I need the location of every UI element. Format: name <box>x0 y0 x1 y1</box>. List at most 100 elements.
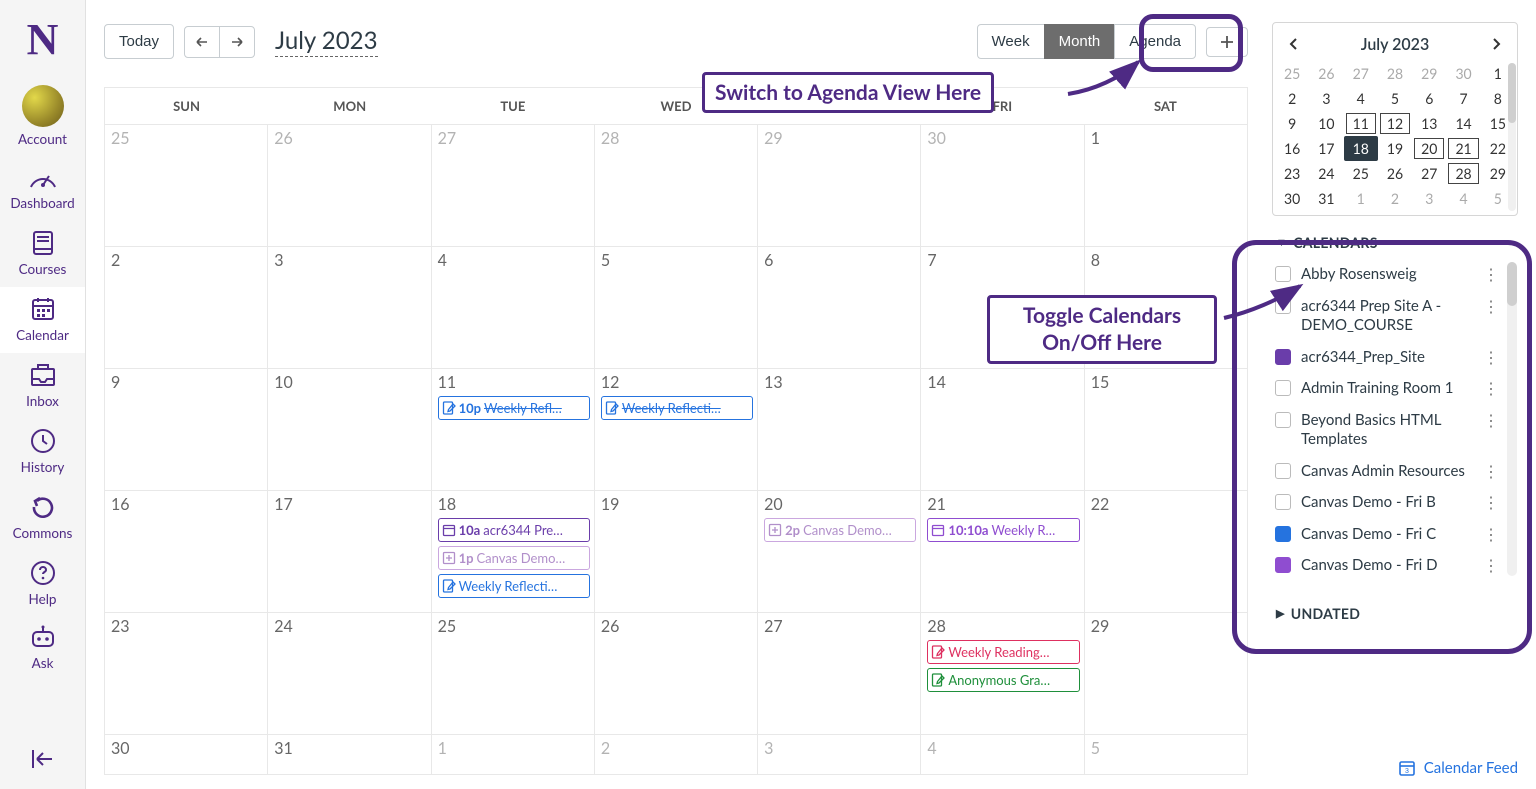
calendar-color-checkbox[interactable] <box>1275 463 1291 479</box>
kebab-icon[interactable]: ⋮ <box>1481 411 1501 430</box>
mini-day[interactable]: 20 <box>1412 136 1446 161</box>
mini-day[interactable]: 7 <box>1446 86 1480 111</box>
today-button[interactable]: Today <box>104 24 174 59</box>
mini-day[interactable]: 1 <box>1344 186 1378 211</box>
calendar-color-checkbox[interactable] <box>1275 380 1291 396</box>
day-cell[interactable]: 2 <box>595 735 758 774</box>
nav-courses[interactable]: Courses <box>0 221 85 287</box>
day-cell[interactable]: 31 <box>268 735 431 774</box>
mini-prev-button[interactable] <box>1283 33 1303 55</box>
day-cell[interactable]: 17 <box>268 491 431 612</box>
day-cell[interactable]: 30 <box>921 125 1084 246</box>
mini-day[interactable]: 28 <box>1446 161 1480 186</box>
day-cell[interactable]: 22 <box>1085 491 1247 612</box>
mini-day[interactable]: 3 <box>1412 186 1446 211</box>
scrollbar[interactable] <box>1508 63 1516 211</box>
day-cell[interactable]: 19 <box>595 491 758 612</box>
nav-calendar[interactable]: Calendar <box>0 287 85 353</box>
calendar-color-checkbox[interactable] <box>1275 526 1291 542</box>
section-undated-toggle[interactable]: ▶ UNDATED <box>1272 579 1518 630</box>
view-agenda[interactable]: Agenda <box>1114 24 1196 59</box>
day-cell[interactable]: 1110pWeekly Refl… <box>432 369 595 490</box>
mini-day[interactable]: 19 <box>1378 136 1412 161</box>
mini-day[interactable]: 21 <box>1446 136 1480 161</box>
mini-day[interactable]: 10 <box>1309 111 1343 136</box>
calendar-color-checkbox[interactable] <box>1275 557 1291 573</box>
mini-day[interactable]: 13 <box>1412 111 1446 136</box>
day-cell[interactable]: 28Weekly Reading…Anonymous Gra… <box>921 613 1084 734</box>
mini-day[interactable]: 3 <box>1309 86 1343 111</box>
kebab-icon[interactable]: ⋮ <box>1481 462 1501 481</box>
mini-day[interactable]: 6 <box>1412 86 1446 111</box>
kebab-icon[interactable]: ⋮ <box>1481 265 1501 284</box>
kebab-icon[interactable]: ⋮ <box>1481 556 1501 575</box>
prev-button[interactable] <box>184 26 220 58</box>
day-cell[interactable]: 4 <box>921 735 1084 774</box>
day-cell[interactable]: 2110:10aWeekly R… <box>921 491 1084 612</box>
day-cell[interactable]: 12Weekly Reflecti… <box>595 369 758 490</box>
month-title[interactable]: July 2023 <box>275 26 377 57</box>
day-cell[interactable]: 1 <box>432 735 595 774</box>
day-cell[interactable]: 29 <box>758 125 921 246</box>
calendar-event[interactable]: 10aacr6344 Pre… <box>438 518 590 542</box>
section-calendars-toggle[interactable]: ▼ CALENDARS <box>1272 216 1518 259</box>
day-cell[interactable]: 24 <box>268 613 431 734</box>
view-week[interactable]: Week <box>977 24 1045 59</box>
day-cell[interactable]: 3 <box>268 247 431 368</box>
nav-inbox[interactable]: Inbox <box>0 353 85 419</box>
mini-day[interactable]: 27 <box>1412 161 1446 186</box>
mini-day[interactable]: 18 <box>1344 136 1378 161</box>
day-cell[interactable]: 16 <box>105 491 268 612</box>
day-cell[interactable]: 15 <box>1085 369 1247 490</box>
day-cell[interactable]: 3 <box>758 735 921 774</box>
nav-ask[interactable]: Ask <box>0 617 85 681</box>
day-cell[interactable]: 26 <box>268 125 431 246</box>
calendar-color-checkbox[interactable] <box>1275 412 1291 428</box>
calendar-item[interactable]: Abby Rosensweig⋮ <box>1273 260 1505 290</box>
mini-day[interactable]: 24 <box>1309 161 1343 186</box>
calendar-event[interactable]: 10pWeekly Refl… <box>438 396 590 420</box>
calendar-item[interactable]: acr6344 Prep Site A - DEMO_COURSE⋮ <box>1273 292 1505 341</box>
view-month[interactable]: Month <box>1044 24 1116 59</box>
calendar-event[interactable]: Weekly Reflecti… <box>438 574 590 598</box>
next-button[interactable] <box>219 26 255 58</box>
calendar-item[interactable]: Canvas Demo - Fri B⋮ <box>1273 488 1505 518</box>
mini-day[interactable]: 26 <box>1309 61 1343 86</box>
mini-day[interactable]: 27 <box>1344 61 1378 86</box>
add-event-button[interactable] <box>1206 27 1248 57</box>
calendar-event[interactable]: 2pCanvas Demo… <box>764 518 916 542</box>
day-cell[interactable]: 1 <box>1085 125 1247 246</box>
kebab-icon[interactable]: ⋮ <box>1481 379 1501 398</box>
day-cell[interactable]: 6 <box>758 247 921 368</box>
day-cell[interactable]: 28 <box>595 125 758 246</box>
calendar-event[interactable]: Weekly Reading… <box>927 640 1079 664</box>
day-cell[interactable]: 5 <box>595 247 758 368</box>
mini-day[interactable]: 2 <box>1275 86 1309 111</box>
mini-day[interactable]: 14 <box>1446 111 1480 136</box>
day-cell[interactable]: 1810aacr6344 Pre…1pCanvas Demo…Weekly Re… <box>432 491 595 612</box>
mini-day[interactable]: 29 <box>1412 61 1446 86</box>
calendar-item[interactable]: Admin Training Room 1⋮ <box>1273 374 1505 404</box>
calendar-item[interactable]: Beyond Basics HTML Templates⋮ <box>1273 406 1505 455</box>
calendar-event[interactable]: Anonymous Gra… <box>927 668 1079 692</box>
day-cell[interactable]: 4 <box>432 247 595 368</box>
day-cell[interactable]: 2 <box>105 247 268 368</box>
day-cell[interactable]: 25 <box>105 125 268 246</box>
day-cell[interactable]: 14 <box>921 369 1084 490</box>
mini-day[interactable]: 2 <box>1378 186 1412 211</box>
calendar-event[interactable]: 10:10aWeekly R… <box>927 518 1079 542</box>
mini-day[interactable]: 5 <box>1378 86 1412 111</box>
calendar-item[interactable]: Canvas Demo - Fri C⋮ <box>1273 520 1505 550</box>
mini-day[interactable]: 23 <box>1275 161 1309 186</box>
kebab-icon[interactable]: ⋮ <box>1481 525 1501 544</box>
nav-commons[interactable]: Commons <box>0 485 85 551</box>
mini-next-button[interactable] <box>1487 33 1507 55</box>
calendar-color-checkbox[interactable] <box>1275 266 1291 282</box>
mini-day[interactable]: 11 <box>1344 111 1378 136</box>
day-cell[interactable]: 27 <box>758 613 921 734</box>
mini-day[interactable]: 30 <box>1446 61 1480 86</box>
day-cell[interactable]: 27 <box>432 125 595 246</box>
mini-day[interactable]: 25 <box>1275 61 1309 86</box>
calendar-color-checkbox[interactable] <box>1275 298 1291 314</box>
kebab-icon[interactable]: ⋮ <box>1481 297 1501 316</box>
